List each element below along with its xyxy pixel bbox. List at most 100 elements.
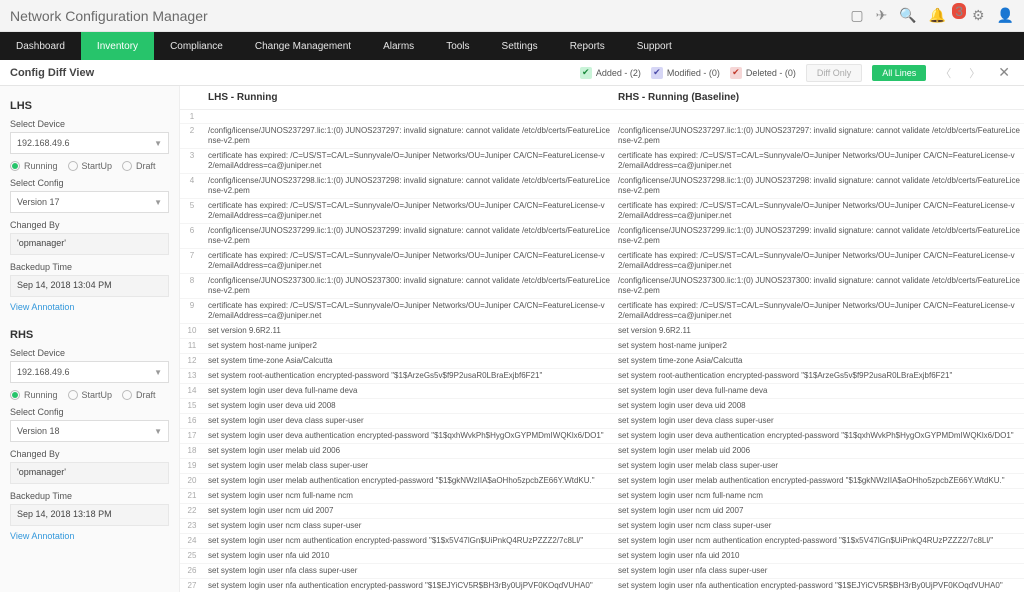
rhs-radio-label-startup: StartUp xyxy=(82,390,113,400)
rhs-changed-label: Changed By xyxy=(10,449,169,459)
diff-cell-lhs: set system login user deva full-name dev… xyxy=(204,384,614,398)
lhs-device-select[interactable]: 192.168.49.6▼ xyxy=(10,132,169,154)
rhs-radio-startup[interactable] xyxy=(68,390,78,400)
diff-cell-lhs: /config/license/JUNOS237297.lic:1:(0) JU… xyxy=(204,124,614,148)
diff-cell-lhs: set system login user ncm uid 2007 xyxy=(204,504,614,518)
nav-tab-tools[interactable]: Tools xyxy=(430,32,485,60)
main-nav: DashboardInventoryComplianceChange Manag… xyxy=(0,32,1024,60)
nav-tab-reports[interactable]: Reports xyxy=(554,32,621,60)
app-title: Network Configuration Manager xyxy=(10,8,850,24)
diff-cell-lhs: set system login user ncm class super-us… xyxy=(204,519,614,533)
diff-cell-lhs: set system time-zone Asia/Calcutta xyxy=(204,354,614,368)
diff-lhs-title: LHS - Running xyxy=(204,86,614,109)
lhs-config-select[interactable]: Version 17▼ xyxy=(10,191,169,213)
diff-row: 4/config/license/JUNOS237298.lic:1:(0) J… xyxy=(180,174,1024,199)
diff-cell-rhs: set system login user deva full-name dev… xyxy=(614,384,1024,398)
diff-cell-rhs: set version 9.6R2.11 xyxy=(614,324,1024,338)
diff-row: 23set system login user ncm class super-… xyxy=(180,519,1024,534)
close-icon[interactable]: ✕ xyxy=(994,64,1014,81)
line-number: 8 xyxy=(180,274,204,298)
diff-cell-lhs: set system login user deva uid 2008 xyxy=(204,399,614,413)
diff-cell-rhs: /config/license/JUNOS237298.lic:1:(0) JU… xyxy=(614,174,1024,198)
nav-tab-alarms[interactable]: Alarms xyxy=(367,32,430,60)
diff-cell-rhs: set system root-authentication encrypted… xyxy=(614,369,1024,383)
diff-row: 5 certificate has expired: /C=US/ST=CA/L=… xyxy=(180,199,1024,224)
diff-row: 6/config/license/JUNOS237299.lic:1:(0) J… xyxy=(180,224,1024,249)
line-number: 13 xyxy=(180,369,204,383)
lhs-changed-label: Changed By xyxy=(10,220,169,230)
nav-tab-dashboard[interactable]: Dashboard xyxy=(0,32,81,60)
line-number: 25 xyxy=(180,549,204,563)
nav-tab-compliance[interactable]: Compliance xyxy=(154,32,239,60)
rocket-icon[interactable]: ✈ xyxy=(876,7,888,24)
diff-cell-lhs: certificate has expired: /C=US/ST=CA/L=S… xyxy=(204,149,614,173)
diff-row: 27set system login user nfa authenticati… xyxy=(180,579,1024,592)
diff-cell-lhs: /config/license/JUNOS237298.lic:1:(0) JU… xyxy=(204,174,614,198)
line-number: 16 xyxy=(180,414,204,428)
rhs-radio-draft[interactable] xyxy=(122,390,132,400)
chevron-down-icon: ▼ xyxy=(154,198,162,207)
line-number: 26 xyxy=(180,564,204,578)
rhs-radio-label-running: Running xyxy=(24,390,58,400)
diff-cell-lhs: certificate has expired: /C=US/ST=CA/L=S… xyxy=(204,299,614,323)
diff-row: 13set system root-authentication encrypt… xyxy=(180,369,1024,384)
presentation-icon[interactable]: ▢ xyxy=(850,7,863,24)
diff-row: 15set system login user deva uid 2008set… xyxy=(180,399,1024,414)
rhs-heading: RHS xyxy=(10,329,169,341)
diff-cell-lhs: set system login user ncm full-name ncm xyxy=(204,489,614,503)
diff-row: 2/config/license/JUNOS237297.lic:1:(0) J… xyxy=(180,124,1024,149)
nav-tab-settings[interactable]: Settings xyxy=(486,32,554,60)
nav-tab-inventory[interactable]: Inventory xyxy=(81,32,154,60)
diff-row: 1 xyxy=(180,110,1024,124)
gear-icon[interactable]: ⚙ xyxy=(972,7,985,24)
bell-icon[interactable]: 🔔3 xyxy=(929,7,960,24)
lhs-config-label: Select Config xyxy=(10,178,169,188)
line-number: 17 xyxy=(180,429,204,443)
search-icon[interactable]: 🔍 xyxy=(899,7,916,24)
rhs-device-select[interactable]: 192.168.49.6▼ xyxy=(10,361,169,383)
chevron-down-icon: ▼ xyxy=(154,427,162,436)
diff-cell-lhs: set system login user ncm authentication… xyxy=(204,534,614,548)
diff-rows[interactable]: 12/config/license/JUNOS237297.lic:1:(0) … xyxy=(180,110,1024,592)
line-number: 7 xyxy=(180,249,204,273)
diff-cell-rhs: set system time-zone Asia/Calcutta xyxy=(614,354,1024,368)
lhs-heading: LHS xyxy=(10,100,169,112)
diff-row: 20set system login user melab authentica… xyxy=(180,474,1024,489)
diff-cell-rhs: set system login user nfa class super-us… xyxy=(614,564,1024,578)
lhs-radio-running[interactable] xyxy=(10,161,20,171)
diff-cell-rhs: set system login user nfa uid 2010 xyxy=(614,549,1024,563)
lhs-radio-draft[interactable] xyxy=(122,161,132,171)
line-number: 27 xyxy=(180,579,204,592)
diff-row: 22set system login user ncm uid 2007set … xyxy=(180,504,1024,519)
nav-tab-support[interactable]: Support xyxy=(621,32,688,60)
line-number: 15 xyxy=(180,399,204,413)
diff-cell-rhs: certificate has expired: /C=US/ST=CA/L=S… xyxy=(614,249,1024,273)
line-number: 5 xyxy=(180,199,204,223)
line-number: 1 xyxy=(180,110,204,123)
diff-row: 14set system login user deva full-name d… xyxy=(180,384,1024,399)
lhs-radio-startup[interactable] xyxy=(68,161,78,171)
rhs-view-annotation-link[interactable]: View Annotation xyxy=(10,531,74,541)
next-diff-icon[interactable]: 〉 xyxy=(965,65,984,81)
rhs-config-select[interactable]: Version 18▼ xyxy=(10,420,169,442)
diff-row: 19set system login user melab class supe… xyxy=(180,459,1024,474)
user-icon[interactable]: 👤 xyxy=(997,7,1014,24)
prev-diff-icon[interactable]: 〈 xyxy=(936,65,955,81)
diff-row: 12set system time-zone Asia/Calcuttaset … xyxy=(180,354,1024,369)
rhs-radio-label-draft: Draft xyxy=(136,390,156,400)
diff-cell-rhs: set system login user deva authenticatio… xyxy=(614,429,1024,443)
all-lines-button[interactable]: All Lines xyxy=(872,65,926,81)
diff-cell-rhs: certificate has expired: /C=US/ST=CA/L=S… xyxy=(614,199,1024,223)
line-number: 19 xyxy=(180,459,204,473)
diff-cell-lhs: set system root-authentication encrypted… xyxy=(204,369,614,383)
rhs-radio-running[interactable] xyxy=(10,390,20,400)
diff-rhs-title: RHS - Running (Baseline) xyxy=(614,86,1024,109)
diff-only-button[interactable]: Diff Only xyxy=(806,64,862,82)
diff-row: 26 set system login user nfa class super-… xyxy=(180,564,1024,579)
diff-cell-rhs: set system login user deva class super-u… xyxy=(614,414,1024,428)
lhs-backed-value: Sep 14, 2018 13:04 PM xyxy=(10,275,169,297)
lhs-view-annotation-link[interactable]: View Annotation xyxy=(10,302,74,312)
line-number: 23 xyxy=(180,519,204,533)
nav-tab-change-management[interactable]: Change Management xyxy=(239,32,367,60)
legend-modified: ✔Modified - (0) xyxy=(651,67,720,79)
